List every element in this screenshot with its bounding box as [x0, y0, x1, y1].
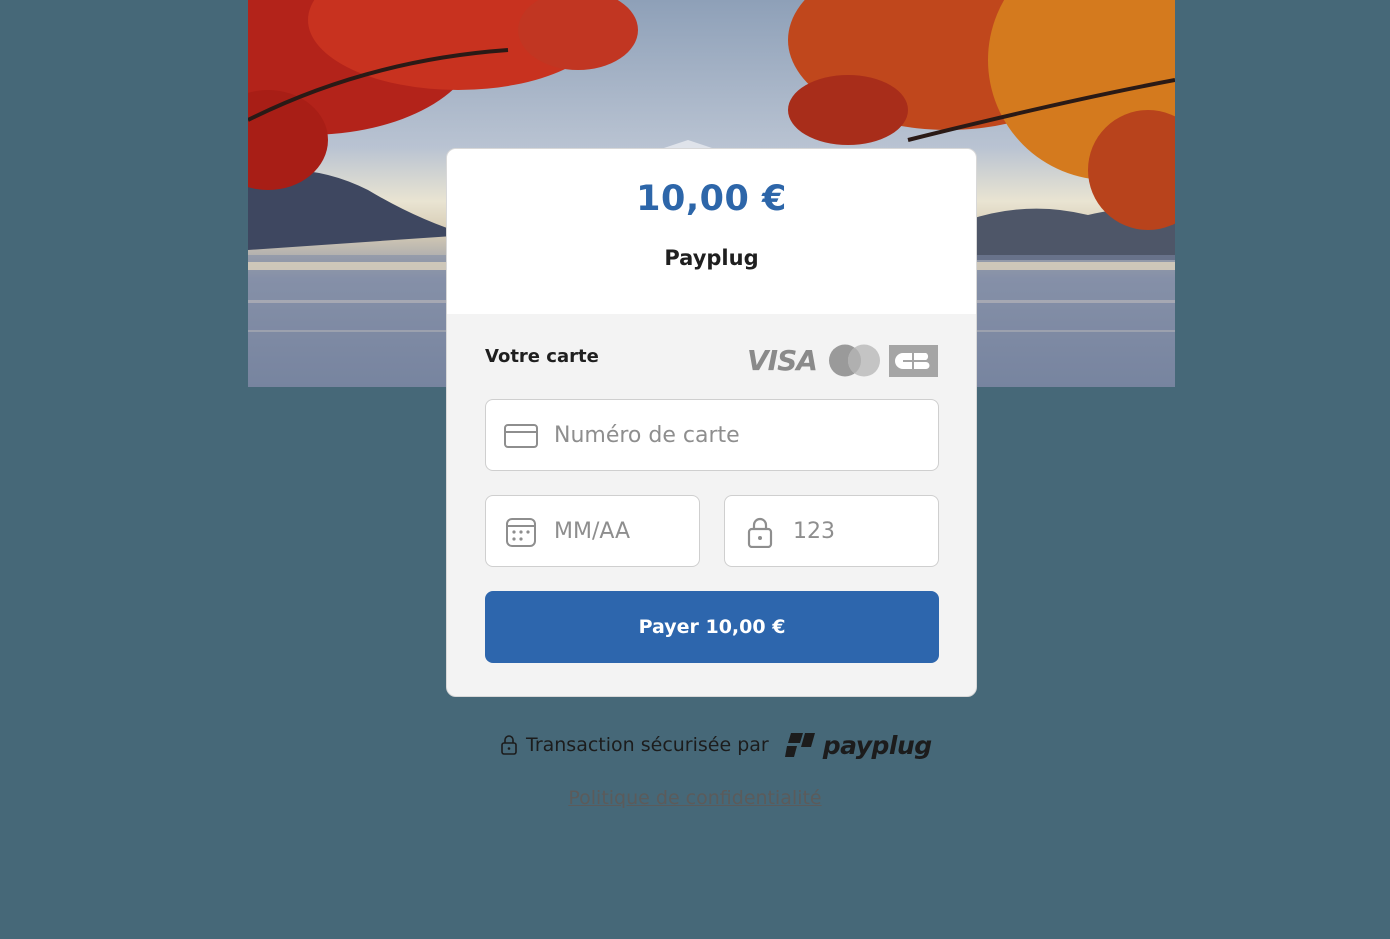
- privacy-policy-link[interactable]: Politique de confidentialité: [0, 787, 1390, 809]
- secure-transaction-notice: Transaction sécurisée par payplug: [500, 730, 932, 760]
- card-number-field[interactable]: [485, 399, 939, 471]
- lock-icon: [501, 735, 517, 755]
- cvc-field[interactable]: [724, 495, 939, 567]
- secure-transaction-text: Transaction sécurisée par: [526, 734, 769, 756]
- payplug-logo: payplug: [784, 730, 932, 760]
- lock-icon: [747, 517, 773, 548]
- payment-summary: 10,00 € Payplug: [447, 149, 976, 314]
- mastercard-logo: [829, 344, 880, 377]
- card-form: Votre carte VISA Numéro de carte MM/AA 1…: [447, 314, 976, 696]
- merchant-name: Payplug: [664, 246, 759, 270]
- cb-logo-mark: [894, 353, 929, 369]
- expiry-date-input[interactable]: [552, 496, 696, 566]
- expiry-date-field[interactable]: [485, 495, 700, 567]
- pay-button[interactable]: Payer 10,00 €: [485, 591, 939, 663]
- payment-amount: 10,00 €: [636, 179, 787, 219]
- payment-card: 10,00 € Payplug Votre carte VISA Numéro …: [446, 148, 977, 697]
- calendar-icon: [506, 518, 536, 547]
- card-section-label: Votre carte: [485, 346, 599, 367]
- payplug-logo-mark: [784, 733, 815, 757]
- card-number-input[interactable]: [552, 400, 926, 470]
- card-brands: VISA: [747, 344, 939, 377]
- credit-card-icon: [504, 424, 538, 448]
- payplug-wordmark: payplug: [822, 730, 932, 760]
- checkout-page: 10,00 € Payplug Votre carte VISA Numéro …: [0, 0, 1390, 939]
- cb-logo: [889, 345, 938, 377]
- visa-logo: VISA: [747, 344, 818, 377]
- cvc-input[interactable]: [791, 496, 935, 566]
